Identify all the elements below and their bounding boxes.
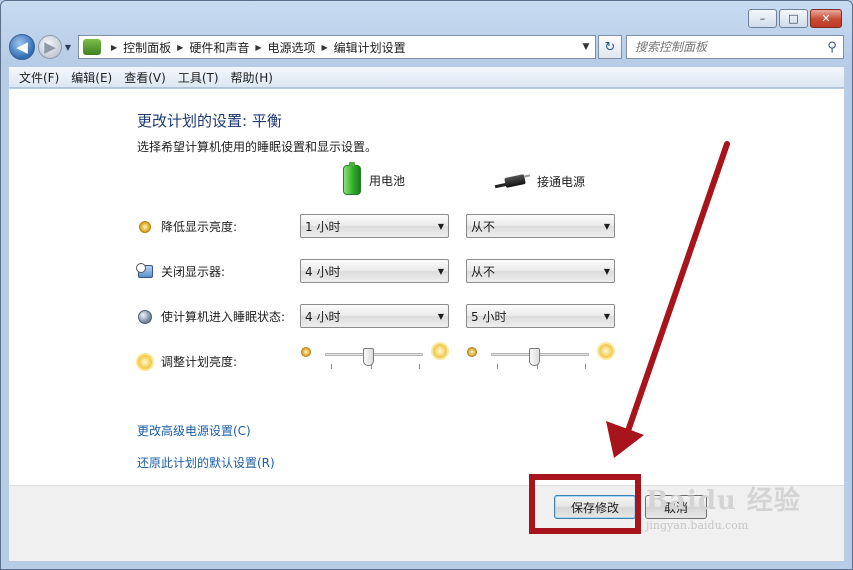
maximize-button[interactable]: □ (779, 9, 808, 28)
breadcrumb-power-options[interactable]: 电源选项 (268, 39, 316, 56)
address-bar[interactable]: ▶ 控制面板 ▶ 硬件和声音 ▶ 电源选项 ▶ 编辑计划设置 ▼ (78, 35, 596, 59)
brightness-battery-slider[interactable] (301, 344, 451, 378)
battery-column-label: 用电池 (369, 173, 406, 188)
breadcrumb-separator-icon[interactable]: ▶ (255, 43, 261, 52)
minimize-button[interactable]: – (748, 9, 777, 28)
dim-display-plugged-select[interactable]: 从不 ▼ (466, 214, 615, 238)
turn-off-display-battery-select[interactable]: 4 小时 ▼ (300, 259, 449, 283)
back-button[interactable]: ◀ (9, 34, 35, 60)
chevron-down-icon: ▼ (437, 221, 445, 231)
row-dim-display: 降低显示亮度: (137, 218, 237, 235)
breadcrumb-edit-plan[interactable]: 编辑计划设置 (334, 39, 406, 56)
sleep-battery-select[interactable]: 4 小时 ▼ (300, 304, 449, 328)
slider-track[interactable] (491, 348, 589, 366)
address-dropdown-icon[interactable]: ▼ (577, 42, 595, 52)
dim-sun-icon (467, 347, 477, 357)
advanced-power-settings-link[interactable]: 更改高级电源设置(C) (137, 422, 251, 439)
monitor-off-icon (135, 263, 153, 280)
turn-off-display-plugged-select[interactable]: 从不 ▼ (466, 259, 615, 283)
slider-track[interactable] (325, 348, 423, 366)
dim-display-icon (137, 219, 153, 235)
refresh-button[interactable]: ↻ (598, 35, 622, 59)
select-value: 从不 (471, 219, 496, 234)
breadcrumb-control-panel[interactable]: 控制面板 (123, 39, 171, 56)
breadcrumb-separator-icon[interactable]: ▶ (177, 43, 183, 52)
select-value: 从不 (471, 264, 496, 279)
row-label: 使计算机进入睡眠状态: (161, 310, 286, 324)
menu-bar: 文件(F) 编辑(E) 查看(V) 工具(T) 帮助(H) (9, 67, 844, 88)
restore-defaults-link[interactable]: 还原此计划的默认设置(R) (137, 454, 275, 471)
dim-display-battery-select[interactable]: 1 小时 ▼ (300, 214, 449, 238)
chevron-down-icon: ▼ (437, 311, 445, 321)
power-plug-icon (494, 172, 531, 190)
forward-button[interactable]: ▶ (38, 35, 62, 59)
bright-sun-icon (433, 344, 447, 358)
search-icon[interactable]: ⚲ (821, 40, 843, 55)
chevron-down-icon: ▼ (603, 221, 611, 231)
menu-view[interactable]: 查看(V) (120, 69, 174, 86)
battery-column-header: 用电池 (343, 162, 406, 195)
breadcrumb-separator-icon[interactable]: ▶ (322, 43, 328, 52)
select-value: 4 小时 (305, 309, 341, 324)
plugged-column-label: 接通电源 (537, 174, 586, 189)
control-panel-icon (83, 39, 101, 55)
plugged-column-header: 接通电源 (494, 172, 586, 190)
menu-edit[interactable]: 编辑(E) (67, 69, 120, 86)
brightness-plugged-slider[interactable] (467, 344, 617, 378)
menu-tools[interactable]: 工具(T) (174, 69, 227, 86)
brightness-sun-icon (137, 354, 153, 370)
page-subtitle: 选择希望计算机使用的睡眠设置和显示设置。 (137, 140, 378, 154)
row-brightness: 调整计划亮度: (137, 353, 237, 370)
navigation-bar: ◀ ▶ ▼ ▶ 控制面板 ▶ 硬件和声音 ▶ 电源选项 ▶ 编辑计划设置 ▼ ↻… (9, 34, 844, 60)
sleep-moon-icon (137, 309, 153, 325)
row-label: 降低显示亮度: (161, 220, 238, 234)
select-value: 1 小时 (305, 219, 341, 234)
highlight-box-annotation (529, 474, 641, 534)
row-label: 调整计划亮度: (161, 355, 238, 369)
row-turn-off-display: 关闭显示器: (135, 263, 226, 280)
battery-icon (343, 162, 361, 195)
bright-sun-icon (599, 344, 613, 358)
sleep-plugged-select[interactable]: 5 小时 ▼ (466, 304, 615, 328)
breadcrumb-separator-icon[interactable]: ▶ (111, 43, 117, 52)
chevron-down-icon: ▼ (603, 266, 611, 276)
chevron-down-icon: ▼ (437, 266, 445, 276)
slider-ticks (497, 364, 587, 370)
row-sleep: 使计算机进入睡眠状态: (137, 308, 285, 325)
page-title: 更改计划的设置: 平衡 (137, 112, 282, 130)
watermark-logo: Baidu 经验 (646, 486, 801, 516)
slider-ticks (331, 364, 421, 370)
baidu-watermark: Baidu 经验 jingyan.baidu.com (646, 480, 801, 532)
select-value: 4 小时 (305, 264, 341, 279)
search-box[interactable]: ⚲ (626, 35, 844, 59)
chevron-down-icon: ▼ (603, 311, 611, 321)
menu-file[interactable]: 文件(F) (15, 69, 67, 86)
dim-sun-icon (301, 347, 311, 357)
watermark-url: jingyan.baidu.com (646, 519, 749, 532)
recent-pages-dropdown-icon[interactable]: ▼ (62, 43, 74, 52)
close-button[interactable]: ✕ (810, 9, 842, 28)
menu-help[interactable]: 帮助(H) (227, 69, 281, 86)
select-value: 5 小时 (471, 309, 507, 324)
caption-buttons: – □ ✕ (748, 9, 842, 28)
breadcrumb-hardware-sound[interactable]: 硬件和声音 (189, 39, 249, 56)
row-label: 关闭显示器: (161, 265, 226, 279)
search-input[interactable] (635, 40, 821, 54)
